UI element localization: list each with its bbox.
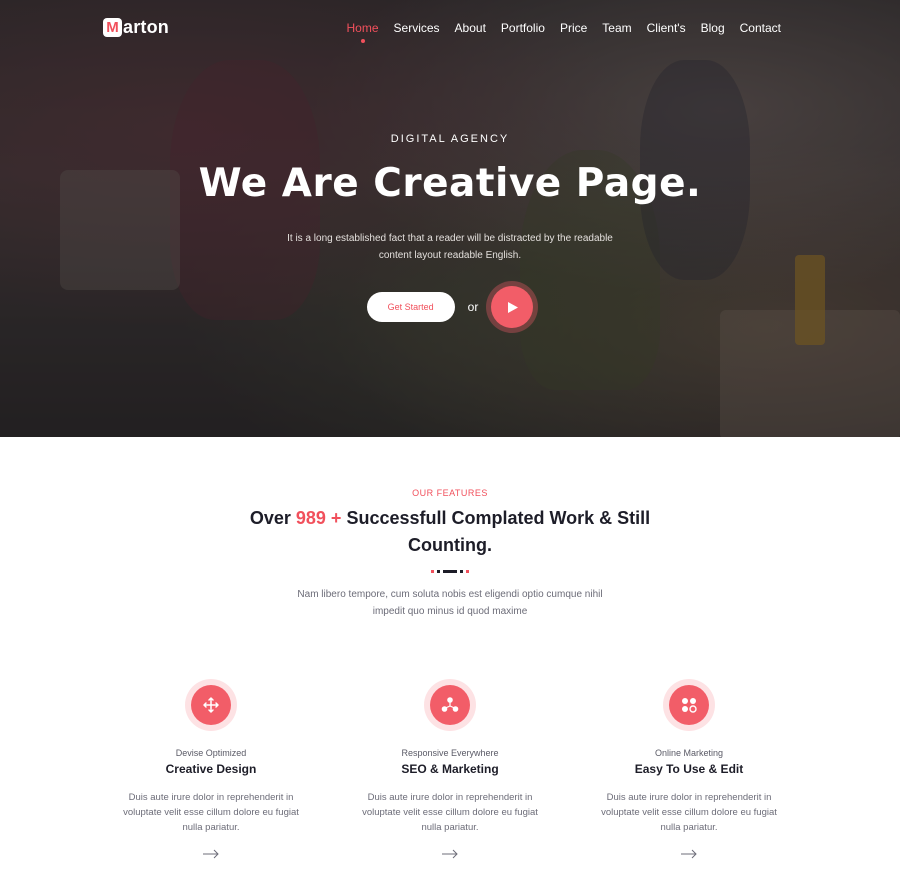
- card-text: Duis aute irure dolor in reprehenderit i…: [601, 792, 777, 833]
- card-title: Easy To Use & Edit: [634, 762, 744, 776]
- or-label: or: [467, 300, 479, 314]
- apps-grid-icon: [682, 698, 697, 713]
- feature-card: Responsive Everywhere SEO & Marketing Du…: [331, 679, 570, 859]
- nav-item-contact[interactable]: Contact: [740, 21, 781, 35]
- feature-icon-wrap: [185, 679, 237, 731]
- card-arrow-link[interactable]: [570, 849, 809, 859]
- card-title: SEO & Marketing: [401, 762, 499, 776]
- nav-item-team[interactable]: Team: [602, 21, 631, 35]
- features-header: OUR FEATURES Over 989 + Successfull Comp…: [0, 488, 900, 620]
- move-arrows-icon: [203, 697, 219, 713]
- nav-item-price[interactable]: Price: [560, 21, 587, 35]
- feature-cards: Devise Optimized Creative Design Duis au…: [0, 679, 900, 859]
- nav-item-portfolio[interactable]: Portfolio: [501, 21, 545, 35]
- feature-icon-wrap: [424, 679, 476, 731]
- card-arrow-link[interactable]: [331, 849, 570, 859]
- features-count: 989 +: [295, 508, 342, 528]
- nav-item-clients[interactable]: Client's: [647, 21, 686, 35]
- card-arrow-link[interactable]: [92, 849, 331, 859]
- feature-card: Online Marketing Easy To Use & Edit Duis…: [570, 679, 809, 859]
- network-nodes-icon: [441, 697, 459, 712]
- nav-item-about[interactable]: About: [455, 21, 486, 35]
- logo-mark: M: [103, 18, 122, 37]
- hero-content: DIGITAL AGENCY We Are Creative Page. It …: [0, 133, 900, 328]
- feature-icon-wrap: [663, 679, 715, 731]
- features-section: OUR FEATURES Over 989 + Successfull Comp…: [0, 488, 900, 859]
- features-description: Nam libero tempore, cum soluta nobis est…: [297, 589, 603, 617]
- features-eyebrow: OUR FEATURES: [412, 488, 488, 498]
- features-title-prefix: Over: [249, 508, 291, 528]
- card-text: Duis aute irure dolor in reprehenderit i…: [123, 792, 299, 833]
- hero-description: It is a long established fact that a rea…: [287, 233, 613, 261]
- card-text: Duis aute irure dolor in reprehenderit i…: [362, 792, 538, 833]
- arrow-right-icon: [442, 849, 458, 859]
- arrow-right-icon: [203, 849, 219, 859]
- nav-item-services[interactable]: Services: [394, 21, 440, 35]
- card-subtitle: Online Marketing: [654, 748, 724, 758]
- features-title: Over 989 + Successfull Complated Work & …: [240, 505, 660, 559]
- hero-eyebrow: DIGITAL AGENCY: [390, 133, 510, 145]
- hero-section: M arton Home Services About Portfolio Pr…: [0, 0, 900, 437]
- nav-menu: Home Services About Portfolio Price Team…: [332, 21, 781, 43]
- card-subtitle: Responsive Everywhere: [401, 748, 499, 758]
- hero-title: We Are Creative Page.: [198, 161, 702, 206]
- nav-item-blog[interactable]: Blog: [701, 21, 725, 35]
- card-subtitle: Devise Optimized: [175, 748, 247, 758]
- logo-text: arton: [123, 17, 169, 37]
- play-video-button[interactable]: [491, 286, 534, 328]
- brand-logo[interactable]: M arton: [103, 17, 169, 38]
- nav-item-home[interactable]: Home: [347, 21, 379, 43]
- feature-card: Devise Optimized Creative Design Duis au…: [92, 679, 331, 859]
- arrow-right-icon: [681, 849, 697, 859]
- play-icon: [508, 301, 519, 313]
- card-title: Creative Design: [165, 762, 257, 776]
- get-started-button[interactable]: Get Started: [366, 292, 455, 322]
- title-divider: [0, 569, 900, 573]
- hero-cta-row: Get Started or: [0, 286, 900, 328]
- features-title-suffix: Successfull Complated Work & Still Count…: [346, 508, 651, 555]
- top-navigation: M arton Home Services About Portfolio Pr…: [0, 0, 900, 56]
